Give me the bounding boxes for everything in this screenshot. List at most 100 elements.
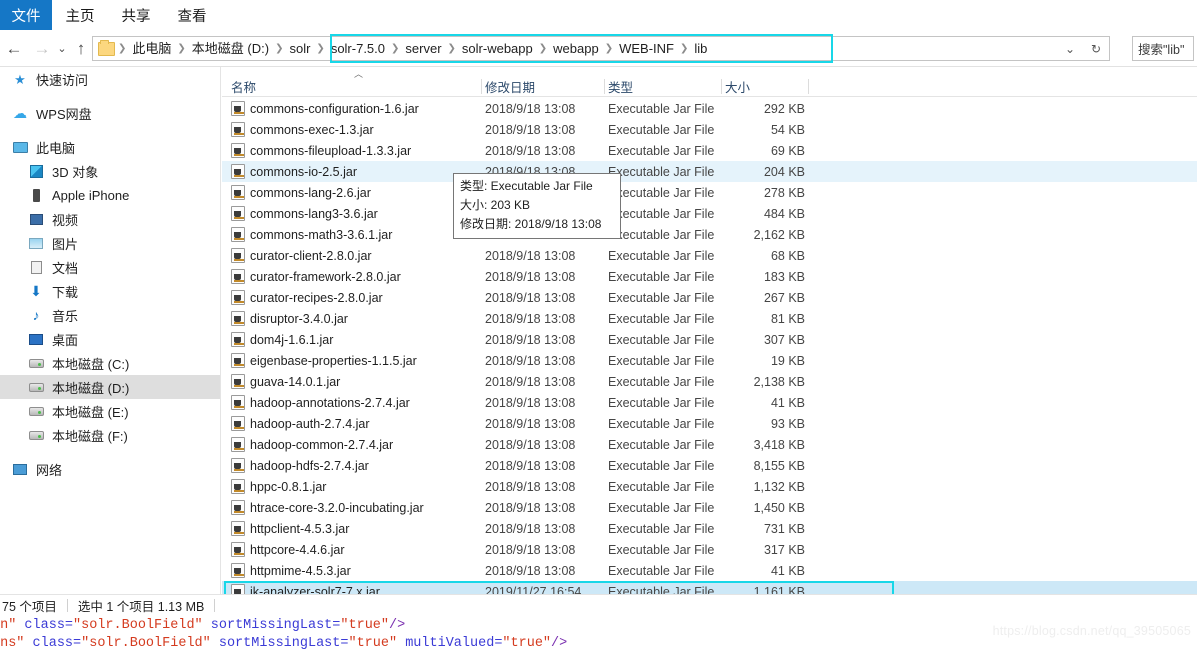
column-divider[interactable] (808, 79, 809, 94)
sidebar-item-label: 本地磁盘 (D:) (52, 380, 130, 396)
sidebar-item-label: WPS网盘 (36, 106, 92, 122)
breadcrumb-separator: ❯ (177, 43, 186, 54)
cell-name: hadoop-common-2.7.4.jar (250, 437, 394, 452)
table-row[interactable]: disruptor-3.4.0.jar 2018/9/18 13:08 Execut… (222, 308, 1197, 329)
jar-file-icon (231, 185, 245, 200)
table-row[interactable]: commons-fileupload-1.3.3.jar 2018/9/18 13… (222, 140, 1197, 161)
table-row[interactable]: httpclient-4.5.3.jar 2018/9/18 13:08 Execu… (222, 518, 1197, 539)
up-button[interactable]: ↑ (70, 30, 92, 67)
breadcrumb-item-0[interactable]: 此电脑 (127, 37, 176, 60)
column-divider[interactable] (721, 79, 722, 94)
code-token: "solr.BoolField" (81, 636, 211, 651)
sidebar-item-15[interactable]: 网络 (0, 457, 220, 481)
refresh-icon[interactable]: ↻ (1083, 37, 1109, 60)
cell-type: Executable Jar File (608, 563, 715, 578)
back-button[interactable]: ← (0, 30, 28, 67)
sidebar-item-13[interactable]: 本地磁盘 (E:) (0, 399, 220, 423)
column-header-date[interactable]: 修改日期 (485, 76, 605, 97)
table-row[interactable]: curator-recipes-2.8.0.jar 2018/9/18 13:08… (222, 287, 1197, 308)
ribbon-tab-2[interactable]: 共享 (114, 0, 158, 30)
sidebar-item-7[interactable]: 文档 (0, 255, 220, 279)
cell-name: hppc-0.8.1.jar (250, 479, 327, 494)
sidebar-item-4[interactable]: Apple iPhone (0, 183, 220, 207)
ribbon-tab-1[interactable]: 主页 (58, 0, 102, 30)
picture-icon (26, 233, 46, 253)
recent-locations-button[interactable]: ⌄ (52, 30, 72, 67)
table-row[interactable]: commons-lang3-3.6.jar2018/9/18 13:08Exec… (222, 203, 1197, 224)
sidebar-item-8[interactable]: ⬇ 下载 (0, 279, 220, 303)
table-row[interactable]: hppc-0.8.1.jar 2018/9/18 13:08 Executable … (222, 476, 1197, 497)
cell-size: 1,450 KB (753, 500, 805, 515)
column-header-size[interactable]: 大小 (725, 76, 805, 97)
sidebar-item-12[interactable]: 本地磁盘 (D:) (0, 375, 220, 399)
sidebar-item-14[interactable]: 本地磁盘 (F:) (0, 423, 220, 447)
table-row[interactable]: hadoop-common-2.7.4.jar 2018/9/18 13:08 Ex… (222, 434, 1197, 455)
table-row[interactable]: hadoop-annotations-2.7.4.jar 2018/9/18 13… (222, 392, 1197, 413)
cell-type: Executable Jar File (608, 416, 715, 431)
column-header-name[interactable]: 名称 (231, 76, 481, 97)
sidebar-item-2[interactable]: 此电脑 (0, 135, 220, 159)
breadcrumb-separator: ❯ (679, 43, 689, 54)
sidebar-item-3[interactable]: 3D 对象 (0, 159, 220, 183)
table-row[interactable]: httpcore-4.4.6.jar 2018/9/18 13:08 Executa… (222, 539, 1197, 560)
table-row[interactable]: guava-14.0.1.jar 2018/9/18 13:08 Executabl… (222, 371, 1197, 392)
column-header-row: 名称 修改日期 类型 大小 (222, 76, 1197, 97)
sidebar-item-11[interactable]: 本地磁盘 (C:) (0, 351, 220, 375)
table-row[interactable]: hadoop-hdfs-2.7.4.jar 2018/9/18 13:08 Exec… (222, 455, 1197, 476)
table-row[interactable]: eigenbase-properties-1.1.5.jar 2018/9/18 … (222, 350, 1197, 371)
sidebar-item-5[interactable]: 视频 (0, 207, 220, 231)
chevron-down-icon[interactable]: ⌄ (1057, 37, 1083, 60)
breadcrumb-item-4[interactable]: server (400, 37, 446, 60)
disk-icon (26, 401, 46, 421)
column-divider[interactable] (604, 79, 605, 94)
column-header-type[interactable]: 类型 (608, 76, 723, 97)
breadcrumb-item-2[interactable]: solr (284, 37, 315, 60)
table-row[interactable]: commons-exec-1.3.jar 2018/9/18 13:08 Execu… (222, 119, 1197, 140)
cell-type: Executable Jar File (608, 521, 715, 536)
breadcrumb-item-1[interactable]: 本地磁盘 (D:) (187, 37, 274, 60)
breadcrumb: ❯ 此电脑 ❯ 本地磁盘 (D:) ❯ solr ❯ solr-7.5.0 ❯ server ❯ so… (117, 37, 712, 60)
jar-file-icon (231, 332, 245, 347)
cell-type: Executable Jar File (608, 164, 715, 179)
table-row[interactable]: ik-analyzer-solr7-7.x.jar 2019/11/27 16:5… (222, 581, 1197, 594)
address-bar[interactable]: ❯ 此电脑 ❯ 本地磁盘 (D:) ❯ solr ❯ solr-7.5.0 ❯ server ❯ so… (92, 36, 1110, 61)
table-row[interactable]: hadoop-auth-2.7.4.jar 2018/9/18 13:08 Exec… (222, 413, 1197, 434)
breadcrumb-item-6[interactable]: webapp (548, 37, 604, 60)
table-row[interactable]: curator-client-2.8.0.jar 2018/9/18 13:08 E… (222, 245, 1197, 266)
cell-size: 3,418 KB (753, 437, 805, 452)
breadcrumb-separator: ❯ (447, 43, 456, 54)
sidebar-item-6[interactable]: 图片 (0, 231, 220, 255)
file-tooltip: 类型: Executable Jar File 大小: 203 KB 修改日期:… (453, 173, 621, 239)
table-row[interactable]: commons-configuration-1.6.jar 2018/9/18 1… (222, 98, 1197, 119)
jar-file-icon (231, 248, 245, 263)
cell-name: httpcore-4.4.6.jar (250, 542, 345, 557)
table-row[interactable]: commons-lang-2.6.jar2018/9/18 13:08Execu… (222, 182, 1197, 203)
breadcrumb-item-8[interactable]: lib (689, 37, 712, 60)
table-row[interactable]: commons-io-2.5.jar 2018/9/18 13:08 Executa… (222, 161, 1197, 182)
sidebar-item-9[interactable]: ♪ 音乐 (0, 303, 220, 327)
breadcrumb-item-7[interactable]: WEB-INF (614, 37, 679, 60)
table-row[interactable]: htrace-core-3.2.0-incubating.jar 2018/9/1… (222, 497, 1197, 518)
table-row[interactable]: httpmime-4.5.3.jar 2018/9/18 13:08 Executa… (222, 560, 1197, 581)
search-input[interactable]: 搜索"lib" (1132, 36, 1194, 61)
column-divider[interactable] (481, 79, 482, 94)
cell-date: 2018/9/18 13:08 (485, 122, 576, 137)
sidebar-item-label: 文档 (52, 260, 79, 276)
breadcrumb-item-3[interactable]: solr-7.5.0 (326, 37, 390, 60)
code-line-2: ans" class="solr.BoolField" sortMissingL… (0, 635, 567, 653)
cell-date: 2018/9/18 13:08 (485, 542, 576, 557)
sidebar-item-1[interactable]: ☁ WPS网盘 (0, 101, 220, 125)
table-row[interactable]: curator-framework-2.8.0.jar 2018/9/18 13:… (222, 266, 1197, 287)
breadcrumb-item-5[interactable]: solr-webapp (457, 37, 538, 60)
table-row[interactable]: dom4j-1.6.1.jar 2018/9/18 13:08 Executable… (222, 329, 1197, 350)
sidebar-item-10[interactable]: 桌面 (0, 327, 220, 351)
table-row[interactable]: commons-math3-3.6.1.jar2018/9/18 13:08Ex… (222, 224, 1197, 245)
ribbon-tab-3[interactable]: 查看 (170, 0, 214, 30)
cell-size: 278 KB (763, 185, 805, 200)
sidebar-item-0[interactable]: ★ 快速访问 (0, 67, 220, 91)
ribbon-tab-0[interactable]: 文件 (0, 0, 52, 30)
